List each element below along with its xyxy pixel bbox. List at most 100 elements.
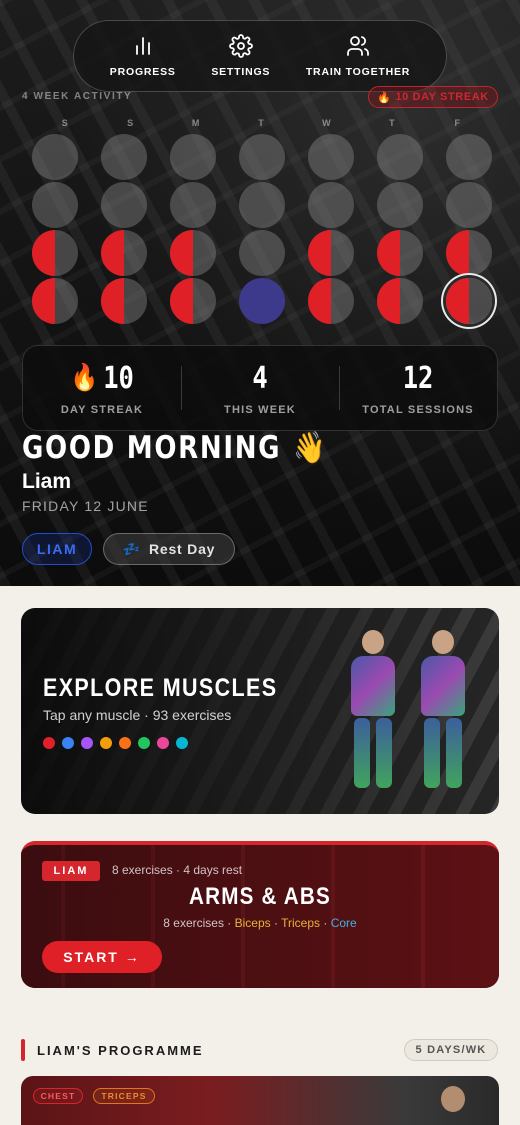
activity-day-empty[interactable]	[377, 134, 423, 180]
rest-day-label: Rest Day	[148, 541, 216, 557]
activity-day-empty[interactable]	[377, 182, 423, 228]
streak-pill: 🔥 10 DAY STREAK	[368, 86, 498, 108]
day-header: T	[258, 118, 264, 128]
stat-this-week: 4 THIS WEEK	[181, 346, 339, 430]
activity-day-empty[interactable]	[170, 182, 216, 228]
bar-chart-icon	[135, 37, 150, 55]
trainer-avatar	[441, 1086, 465, 1112]
user-chip[interactable]: LIAM	[22, 533, 92, 565]
streak-pill-label: 10 DAY STREAK	[395, 91, 489, 103]
muscle-color-dot	[81, 737, 93, 749]
greeting-text: GOOD MORNING	[22, 429, 282, 466]
activity-day-today[interactable]	[239, 278, 285, 324]
rest-day-chip[interactable]: 💤 Rest Day	[103, 533, 235, 565]
muscle-color-dot	[138, 737, 150, 749]
start-button[interactable]: START →	[42, 941, 162, 973]
workout-meta: 8 exercises · 4 days rest	[112, 863, 243, 877]
activity-day-half[interactable]	[32, 230, 78, 276]
activity-day-empty[interactable]	[101, 134, 147, 180]
stat-label: THIS WEEK	[224, 403, 296, 416]
day-header: M	[191, 118, 200, 128]
current-date: FRIDAY 12 JUNE	[22, 498, 149, 514]
day-header: W	[322, 118, 331, 128]
activity-day-half[interactable]	[32, 278, 78, 324]
top-navigation: PROGRESS SETTINGS TRAIN TOGETHER	[73, 20, 447, 92]
stat-total-sessions: 12 TOTAL SESSIONS	[339, 346, 497, 430]
gear-icon	[228, 34, 253, 58]
activity-day-empty[interactable]	[446, 134, 492, 180]
muscle-color-dot	[119, 737, 131, 749]
nav-progress[interactable]: PROGRESS	[110, 34, 176, 78]
activity-day-half[interactable]	[101, 230, 147, 276]
section-accent-bar	[21, 1039, 25, 1061]
muscle-tag-triceps: TRICEPS	[93, 1088, 155, 1104]
muscle-tag-chest: CHEST	[33, 1088, 83, 1104]
nav-settings[interactable]: SETTINGS	[211, 34, 270, 78]
muscle-core: Core	[330, 916, 357, 930]
activity-day-half-ring[interactable]	[446, 278, 492, 324]
activity-day-half[interactable]	[170, 278, 216, 324]
body-figure-front[interactable]	[351, 630, 395, 790]
activity-day-half[interactable]	[377, 230, 423, 276]
muscle-color-dot	[100, 737, 112, 749]
explore-title: EXPLORE MUSCLES	[43, 674, 278, 702]
sleep-icon: 💤	[122, 540, 141, 557]
explore-muscles-card[interactable]: EXPLORE MUSCLES Tap any muscle · 93 exer…	[21, 608, 499, 814]
muscle-triceps: Triceps	[281, 916, 321, 930]
muscle-color-dots	[43, 737, 188, 749]
activity-day-half[interactable]	[308, 230, 354, 276]
nav-settings-label: SETTINGS	[211, 66, 271, 78]
workout-muscles: 8 exercises · Biceps · Triceps · Core	[163, 916, 357, 930]
activity-week-row	[32, 230, 492, 276]
activity-day-empty[interactable]	[32, 182, 78, 228]
activity-day-empty[interactable]	[239, 182, 285, 228]
body-figure-back[interactable]	[421, 630, 465, 790]
nav-train-together[interactable]: TRAIN TOGETHER	[306, 34, 410, 78]
wave-icon: 👋	[293, 430, 328, 466]
stat-value: 10	[102, 360, 134, 396]
nav-progress-label: PROGRESS	[109, 66, 176, 78]
activity-day-empty[interactable]	[446, 182, 492, 228]
day-header: T	[389, 118, 395, 128]
activity-label: 4 WEEK ACTIVITY	[22, 91, 133, 102]
workout-card[interactable]: LIAM 8 exercises · 4 days rest ARMS & AB…	[21, 841, 499, 988]
stat-value: 4	[252, 360, 268, 396]
day-header: F	[454, 118, 461, 128]
stat-label: TOTAL SESSIONS	[362, 403, 474, 416]
workout-title: ARMS & ABS	[188, 883, 332, 910]
workout-count: 8 exercises	[163, 916, 224, 930]
programme-title: LIAM'S PROGRAMME	[37, 1043, 204, 1058]
activity-day-empty[interactable]	[308, 182, 354, 228]
activity-day-half[interactable]	[308, 278, 354, 324]
hero-section: PROGRESS SETTINGS TRAIN TOGETHER 4 WEEK …	[0, 0, 520, 586]
greeting-heading: GOOD MORNING 👋	[22, 429, 328, 467]
activity-day-empty[interactable]	[101, 182, 147, 228]
flame-icon: 🔥	[377, 91, 392, 104]
activity-day-half[interactable]	[170, 230, 216, 276]
programme-day-card[interactable]: CHEST TRICEPS	[21, 1076, 499, 1125]
day-header: S	[127, 118, 134, 128]
activity-day-empty[interactable]	[239, 134, 285, 180]
activity-day-half[interactable]	[101, 278, 147, 324]
days-per-week-pill: 5 DAYS/WK	[404, 1039, 498, 1061]
activity-day-empty[interactable]	[32, 134, 78, 180]
activity-grid	[32, 134, 492, 326]
users-icon	[347, 36, 369, 56]
user-name: Liam	[22, 470, 72, 493]
activity-day-half[interactable]	[446, 230, 492, 276]
activity-week-row	[32, 278, 492, 324]
day-header: S	[61, 118, 68, 128]
stats-panel: 🔥 10 DAY STREAK 4 THIS WEEK 12 TOTAL SESS…	[22, 345, 498, 431]
flame-icon: 🔥	[70, 363, 98, 393]
activity-day-empty[interactable]	[308, 134, 354, 180]
stat-label: DAY STREAK	[60, 403, 144, 416]
muscle-biceps: Biceps	[234, 916, 271, 930]
day-headers: S S M T W T F	[32, 118, 490, 128]
home-screen: PROGRESS SETTINGS TRAIN TOGETHER 4 WEEK …	[0, 0, 520, 1125]
stat-day-streak: 🔥 10 DAY STREAK	[23, 346, 181, 430]
activity-day-empty[interactable]	[170, 134, 216, 180]
muscle-color-dot	[157, 737, 169, 749]
activity-day-half[interactable]	[377, 278, 423, 324]
activity-day-empty[interactable]	[239, 230, 285, 276]
activity-week-row	[32, 134, 492, 180]
